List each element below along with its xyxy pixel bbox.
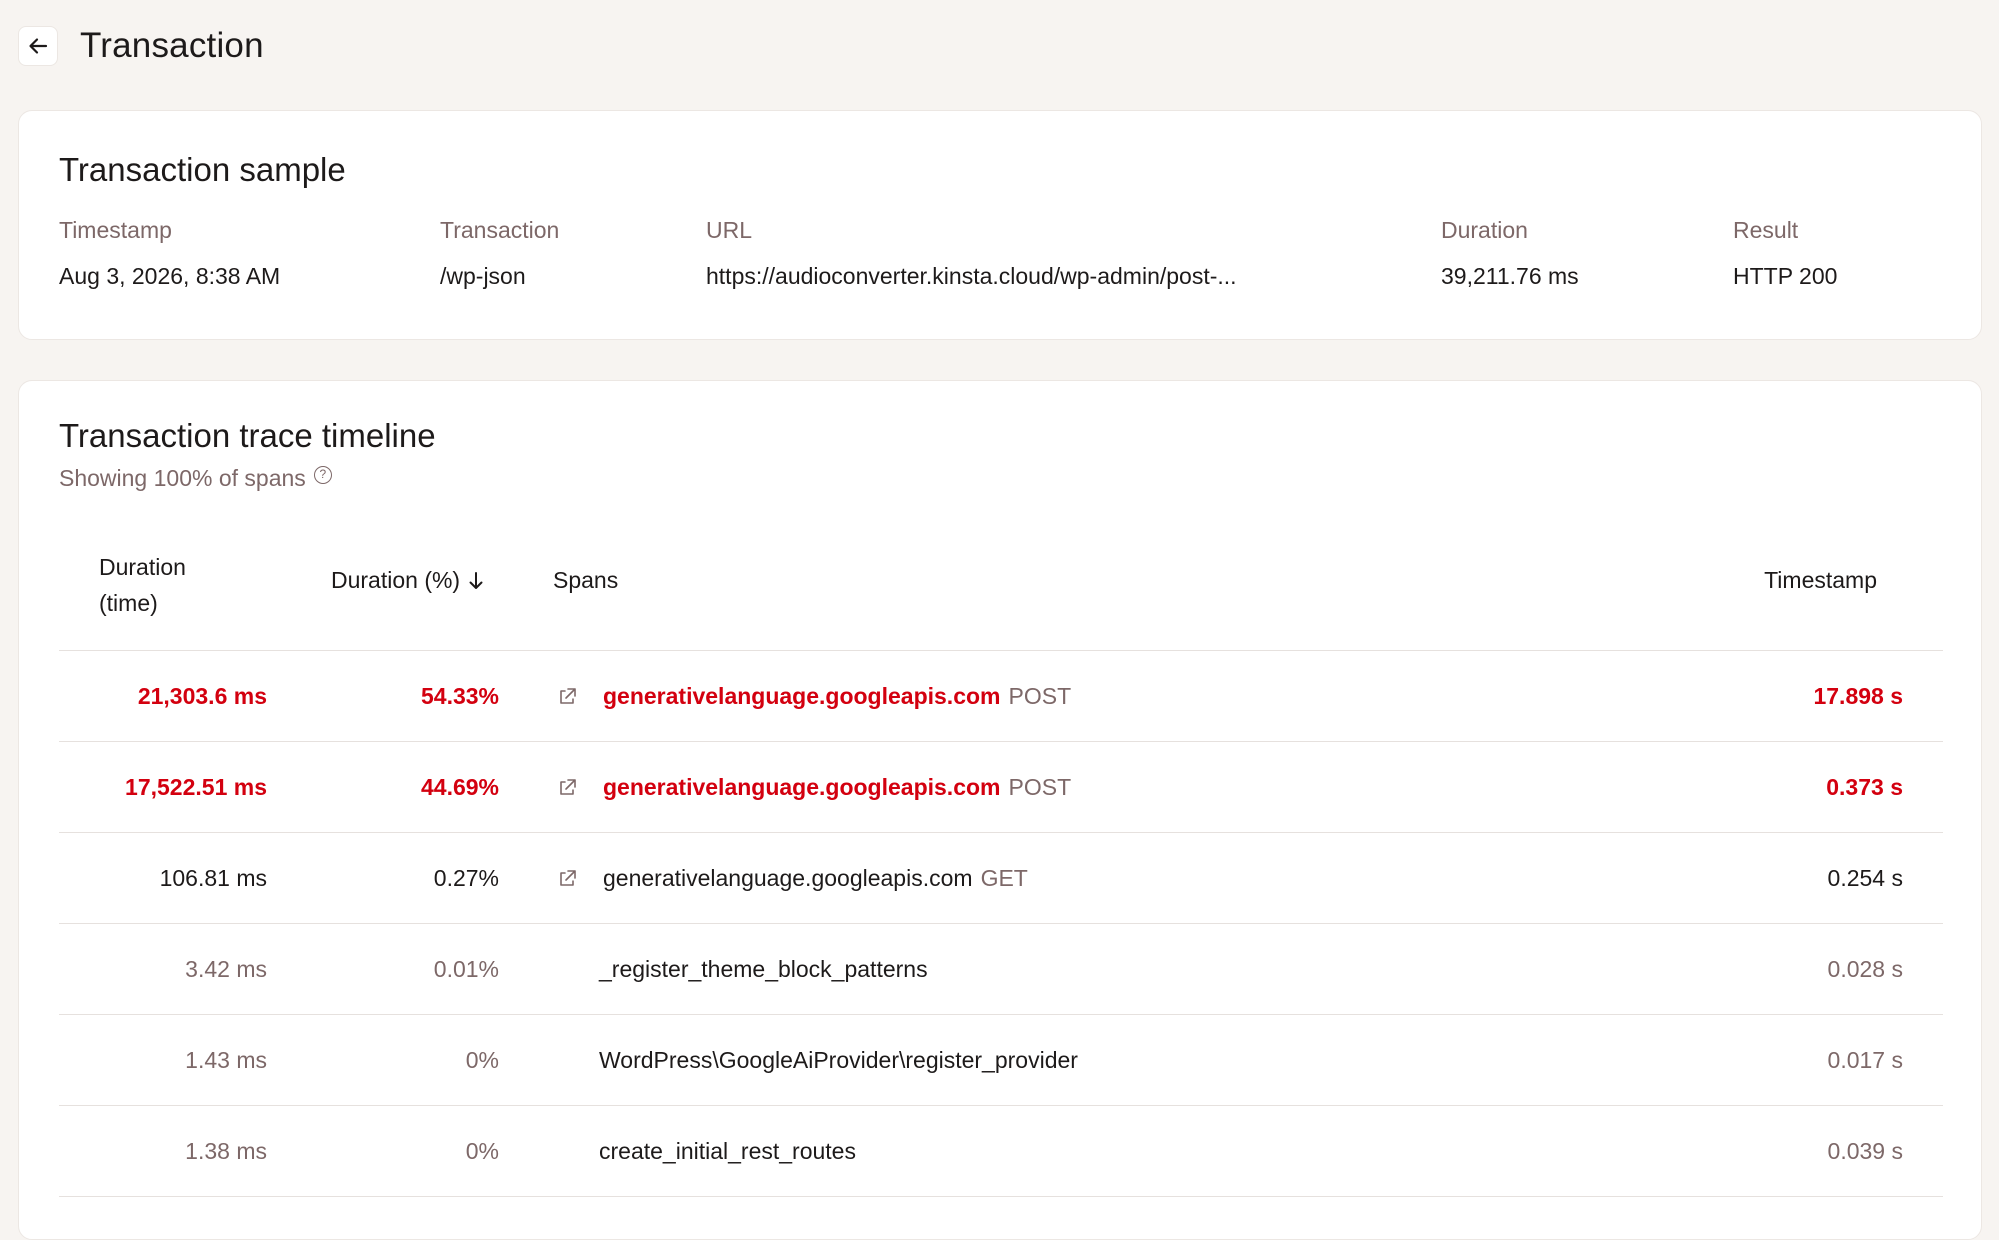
url-label: URL bbox=[706, 217, 753, 243]
row-timestamp: 0.254 s bbox=[1827, 865, 1903, 891]
column-duration-percent-label: Duration (%) bbox=[331, 567, 461, 593]
external-link-icon[interactable] bbox=[553, 651, 581, 742]
trace-title: Transaction trace timeline bbox=[59, 417, 436, 454]
row-timestamp: 0.028 s bbox=[1827, 956, 1903, 982]
row-duration-percent: 54.33% bbox=[420, 683, 499, 709]
transaction-label: Transaction bbox=[440, 217, 560, 243]
span-cell: WordPress\GoogleAiProvider\register_prov… bbox=[599, 1015, 1078, 1106]
sample-title: Transaction sample bbox=[59, 151, 346, 188]
table-row[interactable]: 106.81 ms 0.27% generativelanguage.googl… bbox=[59, 833, 1943, 924]
table-header: Duration (time) Duration (%) Spans Times… bbox=[59, 531, 1943, 651]
span-method: POST bbox=[1008, 774, 1072, 800]
table-row[interactable]: 17,522.51 ms 44.69% generativelanguage.g… bbox=[59, 742, 1943, 833]
span-name: _register_theme_block_patterns bbox=[599, 956, 928, 982]
column-duration-label: Duration bbox=[99, 554, 186, 580]
column-duration-sublabel: (time) bbox=[99, 590, 158, 616]
row-timestamp: 17.898 s bbox=[1813, 683, 1903, 709]
column-duration-time[interactable]: Duration (time) bbox=[99, 549, 186, 621]
transaction-sample-card: Transaction sample Timestamp Aug 3, 2026… bbox=[18, 110, 1982, 340]
table-row[interactable]: 3.42 ms 0.01% _register_theme_block_patt… bbox=[59, 924, 1943, 1015]
page-title: Transaction bbox=[80, 26, 264, 65]
row-duration: 1.38 ms bbox=[185, 1138, 267, 1164]
table-row[interactable]: 1.43 ms 0% WordPress\GoogleAiProvider\re… bbox=[59, 1015, 1943, 1106]
row-duration: 21,303.6 ms bbox=[137, 683, 267, 709]
duration-value: 39,211.76 ms bbox=[1441, 263, 1579, 289]
span-cell: _register_theme_block_patterns bbox=[599, 924, 928, 1015]
timestamp-label: Timestamp bbox=[59, 217, 172, 243]
page-header: Transaction bbox=[18, 26, 264, 66]
back-button[interactable] bbox=[18, 26, 58, 66]
span-name[interactable]: generativelanguage.googleapis.com bbox=[603, 774, 1001, 801]
span-name[interactable]: generativelanguage.googleapis.com bbox=[603, 865, 973, 892]
row-duration: 1.43 ms bbox=[185, 1047, 267, 1073]
row-duration-percent: 0% bbox=[465, 1047, 499, 1073]
row-duration-percent: 0.01% bbox=[433, 956, 499, 982]
trace-subtitle: Showing 100% of spans ? bbox=[59, 465, 332, 492]
table-row[interactable]: 1.38 ms 0% create_initial_rest_routes 0.… bbox=[59, 1106, 1943, 1197]
transaction-value: /wp-json bbox=[440, 263, 526, 289]
column-timestamp[interactable]: Timestamp bbox=[1764, 567, 1877, 594]
span-name: create_initial_rest_routes bbox=[599, 1138, 856, 1164]
result-value: HTTP 200 bbox=[1733, 263, 1838, 289]
span-cell: generativelanguage.googleapis.com POST bbox=[603, 651, 1071, 742]
arrow-left-icon bbox=[29, 38, 48, 54]
duration-label: Duration bbox=[1441, 217, 1528, 243]
row-duration: 106.81 ms bbox=[159, 865, 267, 891]
span-name[interactable]: generativelanguage.googleapis.com bbox=[603, 683, 1001, 710]
trace-timeline-card: Transaction trace timeline Showing 100% … bbox=[18, 380, 1982, 1240]
timestamp-value: Aug 3, 2026, 8:38 AM bbox=[59, 263, 281, 289]
row-duration-percent: 44.69% bbox=[420, 774, 499, 800]
help-circle-icon[interactable]: ? bbox=[313, 465, 332, 484]
external-link-icon[interactable] bbox=[553, 742, 581, 833]
arrow-down-icon bbox=[469, 571, 483, 589]
row-duration-percent: 0% bbox=[465, 1138, 499, 1164]
result-label: Result bbox=[1733, 217, 1799, 243]
span-cell: generativelanguage.googleapis.com POST bbox=[603, 742, 1071, 833]
row-timestamp: 0.017 s bbox=[1827, 1047, 1903, 1073]
span-cell: create_initial_rest_routes bbox=[599, 1106, 856, 1197]
column-duration-percent[interactable]: Duration (%) bbox=[331, 567, 484, 594]
column-spans[interactable]: Spans bbox=[553, 567, 618, 594]
span-method: POST bbox=[1008, 683, 1072, 709]
span-cell: generativelanguage.googleapis.com GET bbox=[603, 833, 1028, 924]
external-link-icon[interactable] bbox=[553, 833, 581, 924]
row-duration: 17,522.51 ms bbox=[125, 774, 267, 800]
table-row[interactable]: 21,303.6 ms 54.33% generativelanguage.go… bbox=[59, 651, 1943, 742]
row-timestamp: 0.373 s bbox=[1826, 774, 1903, 800]
row-duration-percent: 0.27% bbox=[433, 865, 499, 891]
spans-table: Duration (time) Duration (%) Spans Times… bbox=[59, 531, 1943, 1197]
span-name: WordPress\GoogleAiProvider\register_prov… bbox=[599, 1047, 1078, 1073]
row-timestamp: 0.039 s bbox=[1827, 1138, 1903, 1164]
url-value: https://audioconverter.kinsta.cloud/wp-a… bbox=[706, 263, 1237, 289]
row-duration: 3.42 ms bbox=[185, 956, 267, 982]
span-method: GET bbox=[980, 865, 1028, 891]
spans-coverage-text: Showing 100% of spans bbox=[59, 465, 306, 491]
